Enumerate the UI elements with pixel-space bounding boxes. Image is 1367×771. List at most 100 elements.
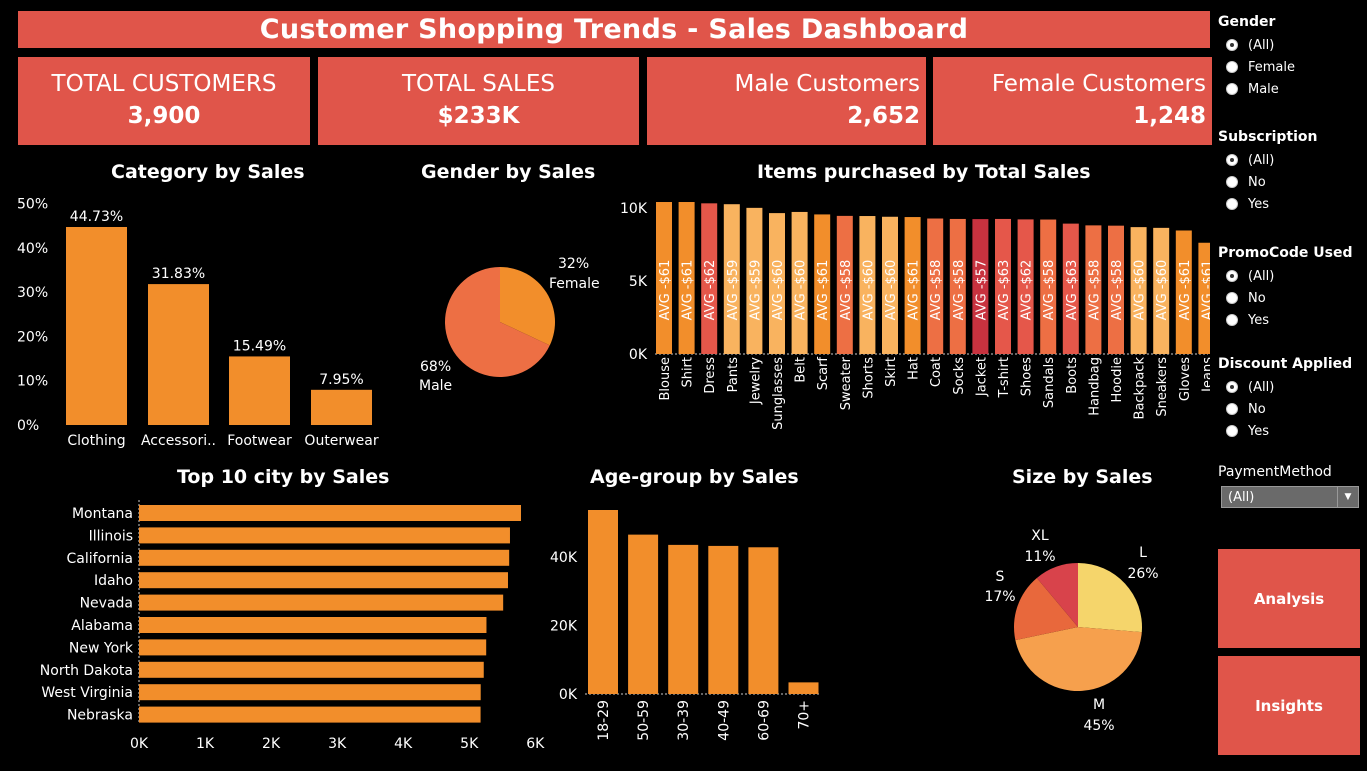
city-label: New York <box>69 640 134 656</box>
item-label: Jewelry <box>748 357 763 405</box>
avg-price-label: AVG -$60 <box>884 260 899 321</box>
filter-options: (All) Female Male <box>1218 34 1358 100</box>
radio-button[interactable] <box>1226 83 1238 95</box>
item-label: Hoodie <box>1110 357 1125 403</box>
city-label: Illinois <box>89 528 133 544</box>
avg-price-label: AVG -$60 <box>861 260 876 321</box>
avg-price-label: AVG -$59 <box>726 260 741 321</box>
discount-option[interactable]: No <box>1218 398 1363 420</box>
city-label: North Dakota <box>40 663 133 679</box>
radio-button[interactable] <box>1226 270 1238 282</box>
age-label: 18-29 <box>596 700 612 741</box>
filter-subscription: Subscription (All) No Yes <box>1218 129 1358 215</box>
item-label: Blouse <box>658 357 673 401</box>
promo-option[interactable]: (All) <box>1218 265 1363 287</box>
discount-option[interactable]: Yes <box>1218 420 1363 442</box>
item-label: Sweater <box>839 356 854 410</box>
y-tick-label: 20K <box>550 619 578 635</box>
charts-canvas: 50% 40% 30% 20% 10% 0% 44.73% Clothing 31.83% Acc… <box>17 197 1210 752</box>
subscription-option[interactable]: (All) <box>1218 149 1358 171</box>
item-label: Pants <box>726 357 741 393</box>
age-label: 70+ <box>797 700 813 730</box>
city-bar <box>139 661 484 678</box>
filter-options: (All) No Yes <box>1218 376 1363 442</box>
radio-button[interactable] <box>1226 381 1238 393</box>
filter-title: PromoCode Used <box>1218 245 1353 261</box>
item-label: Hat <box>907 357 922 380</box>
radio-button[interactable] <box>1226 39 1238 51</box>
age-bar <box>668 544 699 694</box>
avg-price-label: AVG -$63 <box>997 260 1012 321</box>
radio-label: Yes <box>1248 423 1269 439</box>
pie-percent-label: 11% <box>1024 549 1055 565</box>
item-label: Jeans <box>1200 357 1210 393</box>
radio-button[interactable] <box>1226 314 1238 326</box>
bar-value-label: 31.83% <box>152 266 205 282</box>
y-tick-label: 0K <box>629 347 648 363</box>
analysis-button[interactable]: Analysis <box>1218 549 1360 648</box>
item-label: Shoes <box>1020 357 1035 396</box>
radio-button[interactable] <box>1226 176 1238 188</box>
y-tick-label: 10% <box>17 374 48 390</box>
radio-label: (All) <box>1248 268 1275 284</box>
filter-gender: Gender (All) Female Male <box>1218 14 1358 100</box>
insights-button[interactable]: Insights <box>1218 656 1360 755</box>
subscription-option[interactable]: Yes <box>1218 193 1358 215</box>
chevron-down-icon[interactable]: ▼ <box>1337 487 1358 507</box>
avg-price-label: AVG -$58 <box>929 260 944 321</box>
radio-button[interactable] <box>1226 154 1238 166</box>
pie-percent-label: 26% <box>1127 566 1158 582</box>
filter-title: Discount Applied <box>1218 356 1353 372</box>
y-tick-label: 5K <box>629 274 648 290</box>
avg-price-label: AVG -$60 <box>1133 260 1148 321</box>
pie-percent-label: 17% <box>984 589 1015 605</box>
category-bar <box>311 389 372 425</box>
item-label: Dress <box>703 357 718 394</box>
y-tick-label: 20% <box>17 329 48 345</box>
gender-option[interactable]: Female <box>1218 56 1358 78</box>
promo-option[interactable]: No <box>1218 287 1363 309</box>
bar-value-label: 44.73% <box>70 209 123 225</box>
radio-button[interactable] <box>1226 292 1238 304</box>
x-tick-label: 3K <box>328 736 347 752</box>
discount-option[interactable]: (All) <box>1218 376 1363 398</box>
gender-option[interactable]: (All) <box>1218 34 1358 56</box>
avg-price-label: AVG -$58 <box>1042 260 1057 321</box>
radio-label: Yes <box>1248 312 1269 328</box>
payment-method-select[interactable]: (All) ▼ <box>1221 486 1359 508</box>
age-label: 50-59 <box>636 700 652 741</box>
category-label: Clothing <box>67 433 125 449</box>
city-chart: Montana Illinois California Idaho Nevada Alab… <box>40 500 545 752</box>
city-bar <box>139 594 504 611</box>
city-bar <box>139 505 521 521</box>
x-tick-label: 0K <box>130 736 149 752</box>
avg-price-label: AVG -$61 <box>658 260 673 321</box>
promo-option[interactable]: Yes <box>1218 309 1363 331</box>
age-bar <box>708 545 739 694</box>
category-bar <box>229 356 290 425</box>
category-label: Outerwear <box>304 433 378 449</box>
item-label: Shirt <box>681 357 696 388</box>
y-tick-label: 40% <box>17 241 48 257</box>
gender-option[interactable]: Male <box>1218 78 1358 100</box>
radio-label: (All) <box>1248 152 1275 168</box>
age-bar <box>748 547 779 694</box>
city-bar <box>139 684 481 701</box>
items-chart: 10K 5K 0K AVG -$61 Blouse AVG -$61 Shirt AVG -$… <box>620 201 1210 430</box>
city-bar <box>139 549 510 566</box>
avg-price-label: AVG -$57 <box>974 260 989 321</box>
pie-category-label: L <box>1139 545 1147 561</box>
item-label: Sneakers <box>1155 357 1170 417</box>
avg-price-label: AVG -$61 <box>1200 260 1210 321</box>
filter-discount: Discount Applied (All) No Yes <box>1218 356 1363 442</box>
radio-button[interactable] <box>1226 198 1238 210</box>
age-label: 60-69 <box>756 700 772 741</box>
item-label: Sunglasses <box>771 357 786 430</box>
city-bar <box>139 706 481 723</box>
subscription-option[interactable]: No <box>1218 171 1358 193</box>
radio-button[interactable] <box>1226 61 1238 73</box>
city-bar <box>139 572 508 589</box>
x-tick-label: 4K <box>394 736 413 752</box>
radio-button[interactable] <box>1226 425 1238 437</box>
radio-button[interactable] <box>1226 403 1238 415</box>
